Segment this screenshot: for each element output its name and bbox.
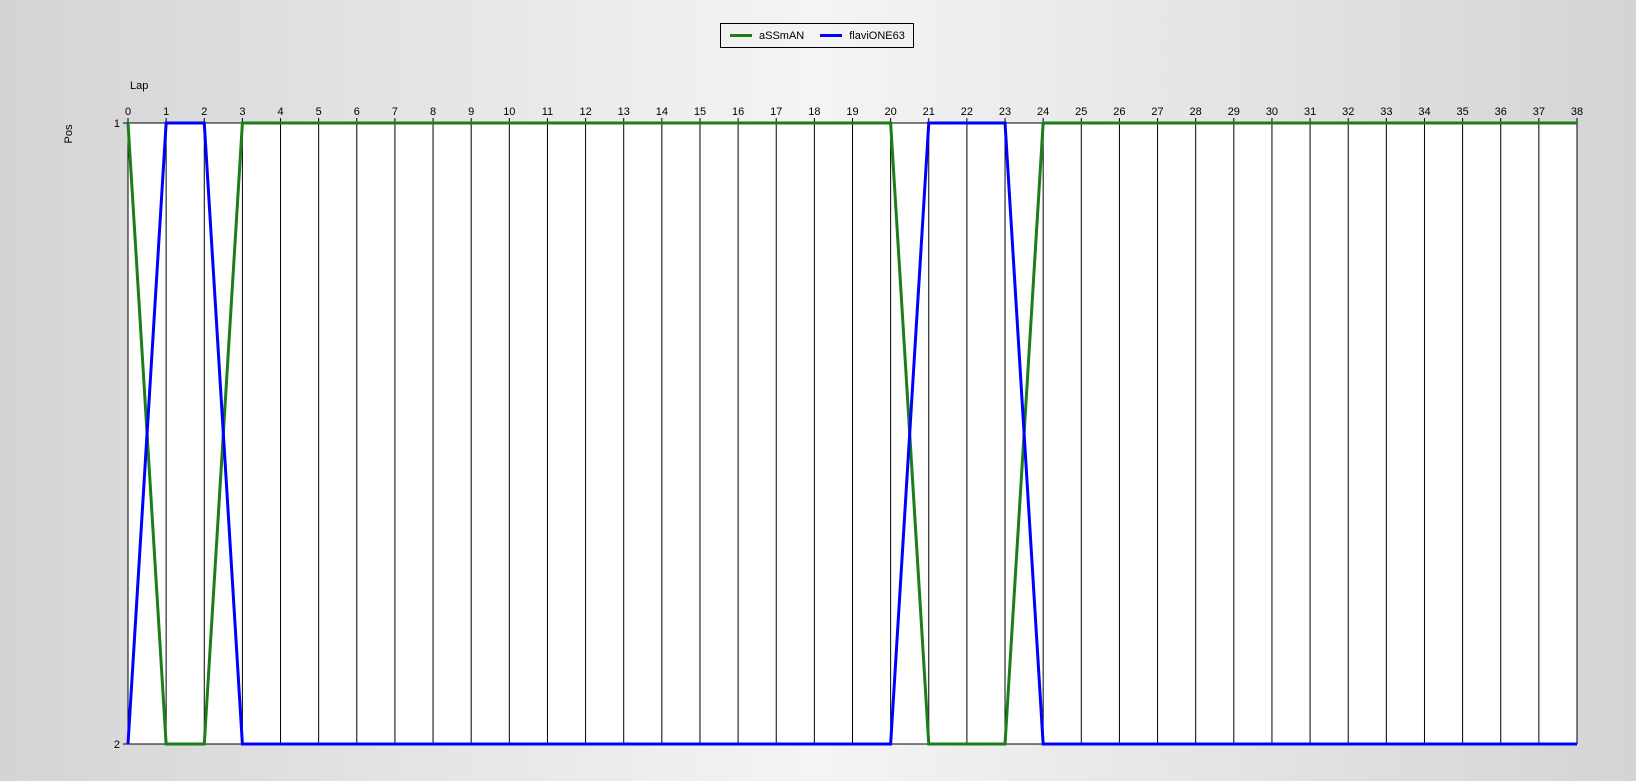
x-tick-label-31: 31 [1304,106,1316,118]
x-tick-label-2: 2 [201,106,207,118]
x-tick-label-25: 25 [1075,106,1087,118]
x-tick-label-9: 9 [468,106,474,118]
x-tick-label-10: 10 [503,106,515,118]
y-tick-label-1: 1 [114,118,120,130]
plot-area: 0 1 2 3 4 5 6 7 8 9 10 11 12 13 14 15 16 17 18 19 20 21 22 23 24… [63,80,1583,751]
x-tick-label-18: 18 [808,106,820,118]
chart-legend: aSSmAN flaviONE63 [720,23,914,48]
x-tick-label-36: 36 [1495,106,1507,118]
x-tick-label-19: 19 [846,106,858,118]
x-tick-label-21: 21 [923,106,935,118]
x-tick-label-17: 17 [770,106,782,118]
x-tick-label-12: 12 [579,106,591,118]
x-tick-label-15: 15 [694,106,706,118]
x-tick-label-34: 34 [1418,106,1430,118]
x-tick-label-27: 27 [1151,106,1163,118]
x-tick-label-20: 20 [885,106,897,118]
legend-swatch-series-1 [820,34,843,37]
y-tick-labels: 12 [114,118,128,751]
x-tick-label-35: 35 [1456,106,1468,118]
legend-swatch-series-0 [730,34,752,37]
x-tick-label-3: 3 [239,106,245,118]
x-tick-label-6: 6 [354,106,360,118]
legend-item-series-0: aSSmAN [730,30,804,42]
x-tick-label-32: 32 [1342,106,1354,118]
x-tick-label-24: 24 [1037,106,1049,118]
legend-label-series-1: flaviONE63 [849,29,905,42]
x-tick-labels: 0 1 2 3 4 5 6 7 8 9 10 11 12 13 14 15 16 17 18 19 20 21 22 23 24… [125,106,1583,118]
legend-item-series-1: flaviONE63 [820,30,905,42]
x-tick-label-33: 33 [1380,106,1392,118]
x-tick-label-38: 38 [1571,106,1583,118]
x-tick-label-14: 14 [656,106,668,118]
x-tick-label-5: 5 [316,106,322,118]
x-tick-label-29: 29 [1228,106,1240,118]
x-tick-label-30: 30 [1266,106,1278,118]
x-tick-label-28: 28 [1190,106,1202,118]
x-tick-label-26: 26 [1113,106,1125,118]
x-tick-label-4: 4 [277,106,283,118]
y-axis-label: Pos [63,124,75,143]
x-axis-label: Lap [130,80,148,92]
x-tick-label-23: 23 [999,106,1011,118]
x-tick-label-7: 7 [392,106,398,118]
y-tick-label-2: 2 [114,739,120,751]
legend-label-series-0: aSSmAN [759,29,805,42]
x-tick-label-22: 22 [961,106,973,118]
position-chart: aSSmAN flaviONE63 0 1 2 3 4 5 6 7 8 9 10 11 12 13 14 15… [0,0,1636,776]
x-tick-label-37: 37 [1533,106,1545,118]
x-tick-label-8: 8 [430,106,436,118]
x-tick-label-13: 13 [618,106,630,118]
x-tick-label-11: 11 [542,106,553,118]
x-tick-label-1: 1 [163,106,169,118]
x-tick-label-16: 16 [732,106,744,118]
x-tick-label-0: 0 [125,106,131,118]
